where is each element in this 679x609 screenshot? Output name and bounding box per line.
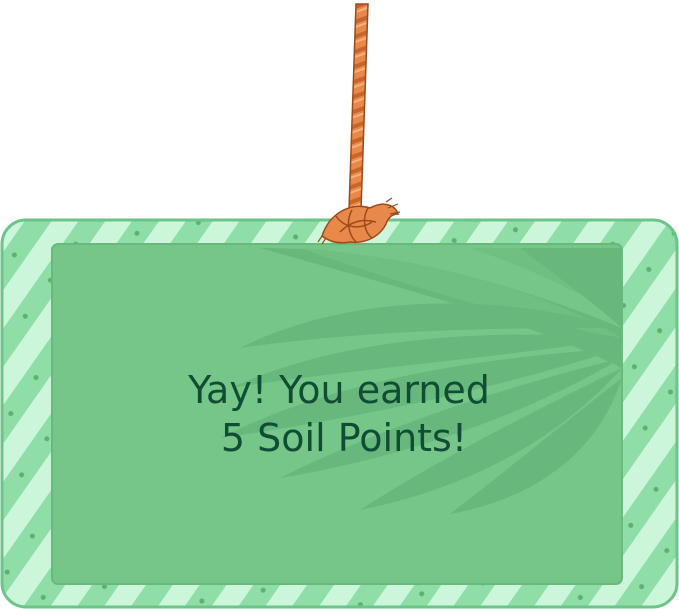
reward-message: Yay! You earned 5 Soil Points! bbox=[52, 244, 626, 584]
hanging-rope-icon bbox=[317, 3, 401, 245]
reward-message-line2: 5 Soil Points! bbox=[220, 416, 468, 460]
reward-message-line1: Yay! You earned bbox=[188, 368, 490, 412]
soil-points-reward-popup: Yay! You earned 5 Soil Points! bbox=[0, 0, 679, 609]
